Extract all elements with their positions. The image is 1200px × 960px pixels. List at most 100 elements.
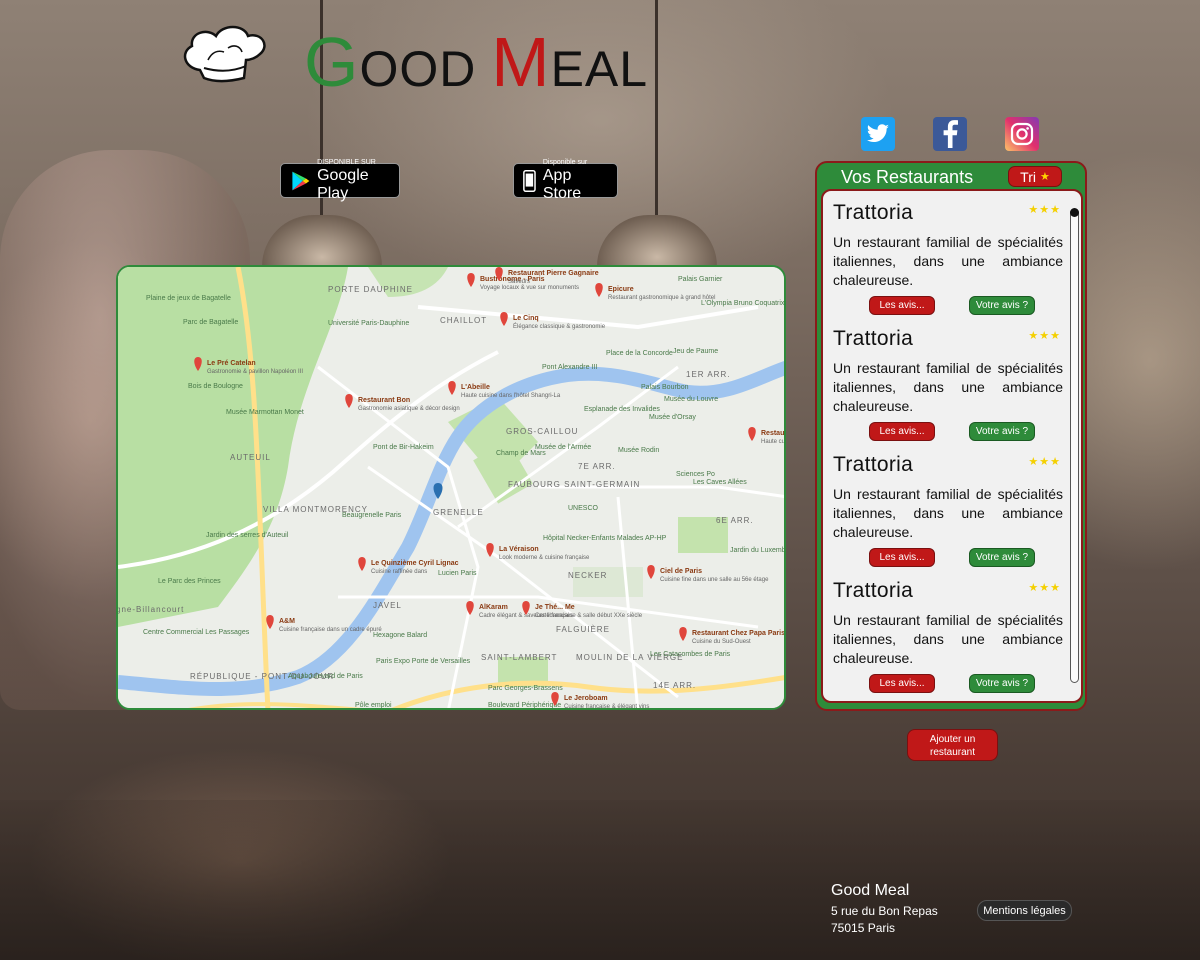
reviews-button[interactable]: Les avis... xyxy=(869,548,935,567)
map-landmark-label: Palais Garnier xyxy=(678,276,723,283)
map-place-description: Cuisine du Sud-Ouest xyxy=(692,639,751,645)
map-place-description: Cuisine française & élégant vins xyxy=(564,704,649,710)
restaurant-card: Trattoria ★★★ Un restaurant familial de … xyxy=(833,579,1063,696)
logo-letters-ood: OOD xyxy=(359,41,477,97)
reviews-button[interactable]: Les avis... xyxy=(869,674,935,693)
star-icon: ★ xyxy=(1039,171,1050,183)
sort-label: Tri xyxy=(1020,168,1036,185)
map-district-label: JAVEL xyxy=(373,601,402,610)
restaurant-map[interactable]: CHAILLOT 1ER ARR. GROS-CAILLOU 7E ARR. FAUBO… xyxy=(116,265,786,710)
map-district-label: AUTEUIL xyxy=(230,453,271,462)
add-restaurant-label-line2: restaurant xyxy=(929,747,976,758)
footer-address-street: 5 rue du Bon Repas xyxy=(831,904,938,918)
map-place-name: Ciel de Paris xyxy=(660,568,702,575)
footer-address-city: 75015 Paris xyxy=(831,921,896,935)
map-landmark-label: UNESCO xyxy=(568,505,599,512)
map-landmark-label: Beaugrenelle Paris xyxy=(342,512,402,519)
map-place-description: Haute cuisine française & cadre élégant xyxy=(761,439,786,445)
rating-stars: ★★★ xyxy=(1028,204,1061,216)
map-landmark-label: Jeu de Paume xyxy=(673,348,718,355)
map-landmark-label: Pont de Bir-Hakeim xyxy=(373,444,434,451)
footer-brand: Good Meal xyxy=(831,882,910,899)
map-district-label: PORTE DAUPHINE xyxy=(328,285,413,294)
map-place-name: Epicure xyxy=(608,286,634,293)
map-canvas[interactable]: CHAILLOT 1ER ARR. GROS-CAILLOU 7E ARR. FAUBO… xyxy=(118,267,786,710)
your-review-button[interactable]: Votre avis ? xyxy=(969,674,1035,693)
map-landmark-label: Les Catacombes de Paris xyxy=(650,651,731,658)
add-restaurant-label-line1: Ajouter un xyxy=(929,734,976,745)
restaurant-description: Un restaurant familial de spécialités it… xyxy=(833,486,1063,540)
background-counter xyxy=(0,800,1200,960)
facebook-icon[interactable] xyxy=(933,117,967,151)
your-review-button[interactable]: Votre avis ? xyxy=(969,422,1035,441)
map-district-label: 6E ARR. xyxy=(716,516,754,525)
map-place-name: Restaurant Guy Savoy xyxy=(761,430,786,437)
map-landmark-label: Musée Rodin xyxy=(618,447,659,454)
map-landmark-label: Aquaboulevard de Paris xyxy=(288,673,363,680)
map-place-description: Look moderne & cuisine française xyxy=(499,555,590,561)
map-landmark-label: Parc Georges-Brassens xyxy=(488,685,563,692)
restaurant-description: Un restaurant familial de spécialités it… xyxy=(833,234,1063,288)
map-landmark-label: Jardin du Luxembourg xyxy=(730,547,786,554)
restaurant-card: Trattoria ★★★ Un restaurant familial de … xyxy=(833,201,1063,318)
map-district-label: GROS-CAILLOU xyxy=(506,427,578,436)
instagram-icon[interactable] xyxy=(1005,117,1039,151)
reviews-button[interactable]: Les avis... xyxy=(869,422,935,441)
map-place-name: L'Abeille xyxy=(461,384,490,391)
map-district-label: GRENELLE xyxy=(433,508,484,517)
panel-title: Vos Restaurants xyxy=(841,167,974,187)
map-landmark-label: Centre Commercial Les Passages xyxy=(143,629,250,636)
restaurants-panel: Vos Restaurants Tri ★ Trattoria ★★★ Un r… xyxy=(815,161,1087,711)
lamp-cord xyxy=(655,0,658,220)
map-place-description: Carte française & salle début XXe siècle xyxy=(535,613,643,619)
map-district-label: CHAILLOT xyxy=(440,316,487,325)
map-district-label: 14E ARR. xyxy=(653,681,696,690)
map-place-description: Haute cuisine dans l'hôtel Shangri-La xyxy=(461,393,561,399)
site-logo[interactable]: GOOD MEAL xyxy=(178,22,647,101)
map-place-name: Le Pré Catelan xyxy=(207,360,256,367)
map-landmark-label: Champ de Mars xyxy=(496,450,546,457)
footer-address: 5 rue du Bon Repas 75015 Paris xyxy=(831,903,938,937)
reviews-button[interactable]: Les avis... xyxy=(869,296,935,315)
map-landmark-label: Musée du Louvre xyxy=(664,396,718,403)
map-place-description: Restaurant gastronomique à grand hôtel xyxy=(608,295,715,301)
restaurant-card: Trattoria ★★★ Un restaurant familial de … xyxy=(833,453,1063,570)
google-play-caption: DISPONIBLE SUR xyxy=(317,158,376,166)
map-place-name: A&M xyxy=(279,618,295,625)
your-review-button[interactable]: Votre avis ? xyxy=(969,548,1035,567)
map-landmark-label: L'Olympia Bruno Coquatrix xyxy=(701,300,785,307)
logo-letter-g: G xyxy=(304,23,360,101)
scrollbar-thumb[interactable] xyxy=(1070,208,1079,217)
logo-letters-eal: EAL xyxy=(550,41,649,97)
legal-notice-button[interactable]: Mentions légales xyxy=(977,900,1072,921)
map-place-description: Élégance classique & gastronomie xyxy=(513,323,606,330)
map-place-name: AlKaram xyxy=(479,604,508,611)
map-place-name: La Véraison xyxy=(499,546,539,553)
map-landmark-label: Paris Expo Porte de Versailles xyxy=(376,658,471,665)
add-restaurant-button[interactable]: Ajouter un restaurant xyxy=(907,729,998,761)
map-district-label: FALGUIÈRE xyxy=(556,625,610,634)
map-landmark-label: Palais Bourbon xyxy=(641,384,689,391)
map-place-description: Cuisine fine dans une salle au 56e étage xyxy=(660,577,769,583)
app-store-badge[interactable]: Disponible sur App Store xyxy=(513,159,618,202)
map-place-description: Gastronomie & pavillon Napoléon III xyxy=(207,369,303,375)
rating-stars: ★★★ xyxy=(1028,330,1061,342)
map-landmark-label: Hexagone Balard xyxy=(373,632,427,639)
map-place-description: Cuisine française dans un cadre épuré xyxy=(279,627,382,633)
map-place-name: Restaurant Pierre Gagnaire xyxy=(508,270,599,277)
map-district-label: NECKER xyxy=(568,571,607,580)
map-landmark-label: Pôle emploi xyxy=(355,702,392,709)
restaurant-list[interactable]: Trattoria ★★★ Un restaurant familial de … xyxy=(821,189,1083,703)
map-place-name: Restaurant Chez Papa Paris 14 xyxy=(692,630,786,637)
map-place-description: Gastronomie asiatique & décor design xyxy=(358,406,460,412)
map-landmark-label: Lucien Paris xyxy=(438,570,477,577)
map-district-label: 7E ARR. xyxy=(578,462,616,471)
sort-button[interactable]: Tri ★ xyxy=(1008,166,1062,187)
map-landmark-label: Esplanade des Invalides xyxy=(584,406,660,413)
your-review-button[interactable]: Votre avis ? xyxy=(969,296,1035,315)
list-scrollbar[interactable] xyxy=(1070,208,1079,683)
map-landmark-label: Musée Marmottan Monet xyxy=(226,409,304,416)
twitter-icon[interactable] xyxy=(861,117,895,151)
map-landmark-label: Le Parc des Princes xyxy=(158,578,221,585)
google-play-badge[interactable]: DISPONIBLE SUR Google Play xyxy=(280,159,400,202)
